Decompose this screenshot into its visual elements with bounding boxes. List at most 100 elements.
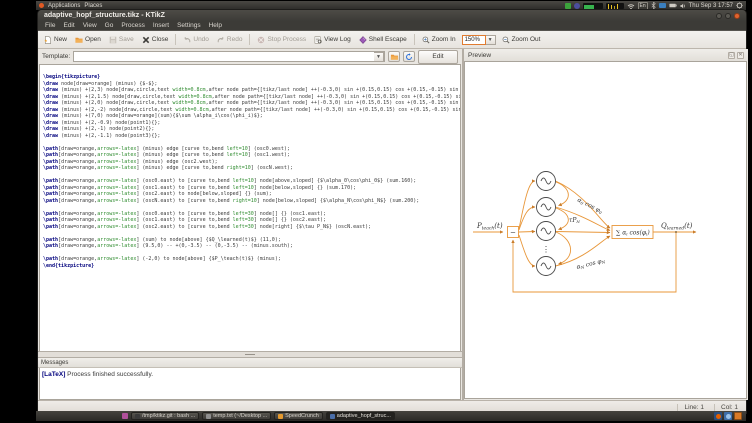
view-log-icon xyxy=(314,36,322,44)
menu-item-file[interactable]: File xyxy=(45,22,55,29)
open-label: Open xyxy=(85,36,101,43)
close-file-icon xyxy=(142,36,150,44)
menu-item-settings[interactable]: Settings xyxy=(177,22,201,29)
window-title: adaptive_hopf_structure.tikz - KTikZ xyxy=(44,12,165,19)
ubuntu-one-icon[interactable] xyxy=(574,3,580,9)
volume-icon[interactable] xyxy=(680,3,686,9)
menu-item-edit[interactable]: Edit xyxy=(63,22,74,29)
zoom-in-icon xyxy=(422,36,430,44)
stop-process-button: Stop Process xyxy=(255,35,308,45)
toolbar: New Open Save xyxy=(38,30,746,49)
places-menu[interactable]: Places xyxy=(84,3,102,9)
reload-icon xyxy=(405,53,413,61)
tau-pn-label: τPN xyxy=(569,217,580,224)
preview-close-icon[interactable]: ✕ xyxy=(737,52,744,59)
session-gear-icon[interactable] xyxy=(736,2,743,9)
code-line[interactable]: \path[draw=orange,arrows=-latex] (oscN.e… xyxy=(43,198,460,205)
undo-button: Undo xyxy=(181,35,211,45)
zoom-level-combo[interactable]: 150% ▼ xyxy=(462,35,496,45)
messages-body[interactable]: [LaTeX] Process finished successfully. xyxy=(39,368,461,400)
top-panel: Applications Places En Thu xyxy=(36,1,746,10)
taskbar-item[interactable]: adaptive_hopf_struc... xyxy=(326,412,395,420)
alpha0-label: α0 cos φ0 xyxy=(576,197,604,216)
editor-messages-splitter[interactable] xyxy=(38,351,462,358)
preview-canvas[interactable]: − ⋮ Pteach(t) Qlearned(t) ∑ αi cos(φi) α… xyxy=(464,61,747,399)
template-reload-button[interactable] xyxy=(403,51,415,62)
redo-label: Redo xyxy=(227,36,243,43)
status-col: Col: 1 xyxy=(714,404,738,411)
taskbar-item-icon xyxy=(206,414,211,419)
preview-detach-icon[interactable]: ◱ xyxy=(728,52,735,59)
display-settings-icon[interactable] xyxy=(659,3,666,8)
save-label: Save xyxy=(119,36,134,43)
stop-process-icon xyxy=(257,36,265,44)
zoom-out-icon xyxy=(502,36,510,44)
zoom-in-button[interactable]: Zoom In xyxy=(420,35,458,45)
keyboard-layout-indicator[interactable]: En xyxy=(638,2,648,10)
code-line[interactable]: \draw (minus) +(2,3) node[draw,circle,te… xyxy=(43,87,460,94)
battery-icon[interactable] xyxy=(669,3,677,8)
stop-process-label: Stop Process xyxy=(267,36,306,43)
zoom-combo-arrow-icon[interactable]: ▼ xyxy=(486,35,496,45)
menu-item-help[interactable]: Help xyxy=(209,22,222,29)
messages-pane: Messages [LaTeX] Process finished succes… xyxy=(38,358,462,400)
wifi-icon[interactable] xyxy=(627,2,635,10)
menu-item-go[interactable]: Go xyxy=(105,22,114,29)
toolbar-separator xyxy=(414,34,415,45)
zoom-level-value[interactable]: 150% xyxy=(462,35,486,45)
clock[interactable]: Thu Sep 3 17:57 xyxy=(689,3,733,9)
zoom-out-button[interactable]: Zoom Out xyxy=(500,35,543,45)
open-button[interactable]: Open xyxy=(73,35,103,45)
maximize-button[interactable] xyxy=(725,13,731,19)
sum-label: ∑ αi cos(φi) xyxy=(616,230,650,237)
q-learned-label: Qlearned(t) xyxy=(661,222,693,232)
minimize-button[interactable] xyxy=(716,13,722,19)
toolbar-separator xyxy=(175,34,176,45)
code-line[interactable]: \end{tikzpicture} xyxy=(43,263,460,270)
menu-item-process[interactable]: Process xyxy=(121,22,144,29)
shell-escape-button[interactable]: Shell Escape xyxy=(357,35,409,45)
taskbar-item-icon xyxy=(135,414,140,419)
taskbar-item[interactable]: SpeedCrunch xyxy=(274,412,323,420)
taskbar-item[interactable]: temp.txt (~/Desktop ... xyxy=(202,412,271,420)
close-window-button[interactable] xyxy=(734,13,740,19)
workspace-switcher-icon[interactable] xyxy=(734,412,742,420)
status-line: Line: 1 xyxy=(677,404,704,411)
applications-menu[interactable]: Applications xyxy=(48,3,80,9)
titlebar[interactable]: adaptive_hopf_structure.tikz - KTikZ xyxy=(38,10,746,21)
firefox-launcher-icon[interactable] xyxy=(714,412,722,420)
template-combo-arrow-icon[interactable]: ▼ xyxy=(374,52,384,62)
taskbar-item[interactable]: /tmp/ktikz.git : bash ... xyxy=(131,412,199,420)
code-line[interactable]: \draw (minus) +(2,0) node[draw,circle,te… xyxy=(43,100,460,107)
vdots-label: ⋮ xyxy=(542,245,550,254)
taskbar-item-icon xyxy=(278,414,283,419)
template-value[interactable] xyxy=(74,52,374,61)
menu-item-view[interactable]: View xyxy=(83,22,97,29)
template-browse-button[interactable] xyxy=(388,51,400,62)
template-combobox[interactable]: ▼ xyxy=(73,51,385,62)
redo-icon xyxy=(217,36,225,44)
alphaN-label: αN cos φN xyxy=(576,257,607,271)
distro-logo-icon[interactable] xyxy=(39,3,44,8)
view-log-label: View Log xyxy=(324,36,351,43)
close-file-button[interactable]: Close xyxy=(140,35,171,45)
view-log-button[interactable]: View Log xyxy=(312,35,353,45)
help-launcher-icon[interactable] xyxy=(724,412,732,420)
cpu-monitor-graph[interactable] xyxy=(583,3,603,9)
menu-item-insert[interactable]: Insert xyxy=(153,22,169,29)
messaging-indicator-icon[interactable] xyxy=(565,3,571,9)
minus-label: − xyxy=(510,229,516,237)
new-button[interactable]: New xyxy=(42,35,69,45)
oscillator-nodes xyxy=(537,172,556,276)
close-label: Close xyxy=(152,36,169,43)
taskbar-item-label: adaptive_hopf_struc... xyxy=(337,413,391,419)
bluetooth-icon[interactable] xyxy=(651,2,656,9)
network-monitor-graph[interactable] xyxy=(606,3,624,9)
template-label: Template: xyxy=(42,53,70,60)
toolbar-separator xyxy=(249,34,250,45)
save-icon xyxy=(109,36,117,44)
show-desktop-icon[interactable] xyxy=(122,413,128,419)
code-editor[interactable]: \begin{tikzpicture}\draw node[draw=orang… xyxy=(39,64,461,351)
p-teach-label: Pteach(t) xyxy=(476,222,503,232)
template-edit-button[interactable]: Edit xyxy=(418,50,458,64)
